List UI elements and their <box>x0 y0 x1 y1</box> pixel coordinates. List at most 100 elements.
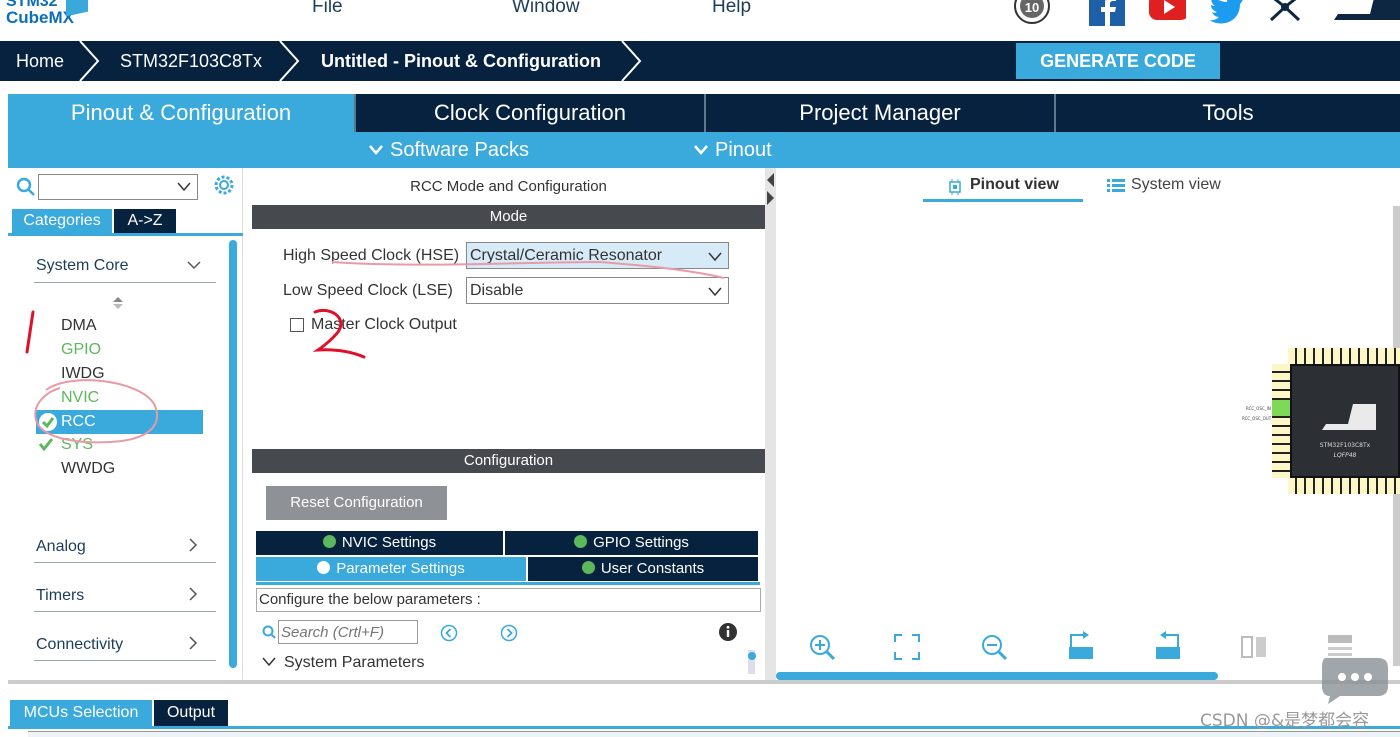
next-icon[interactable] <box>500 624 518 642</box>
split-view-icon[interactable] <box>1238 631 1270 663</box>
tab-system-view[interactable]: System view <box>1131 176 1221 194</box>
bottom-tab-underline <box>8 726 1400 729</box>
categories-panel: Categories A->Z System Core DMA GPIO IWD… <box>8 168 243 680</box>
tab-user-constants[interactable]: User Constants <box>528 557 758 581</box>
category-analog[interactable]: Analog <box>36 538 86 556</box>
rotate-right-icon[interactable] <box>1065 631 1097 663</box>
chip-osc-pins <box>1272 400 1290 416</box>
peripheral-dma[interactable]: DMA <box>61 317 97 335</box>
breadcrumb-home[interactable]: Home <box>16 41 64 81</box>
mco-label[interactable]: Master Clock Output <box>311 316 457 334</box>
software-packs-label: Software Packs <box>390 139 529 161</box>
tab-nvic-settings[interactable]: NVIC Settings <box>256 531 503 555</box>
system-parameters-group[interactable]: System Parameters <box>284 654 424 672</box>
chip-left-pins <box>1272 364 1290 478</box>
hse-select[interactable]: Crystal/Ceramic Resonator <box>466 242 729 269</box>
chat-bubble-icon[interactable] <box>1318 654 1394 706</box>
reset-configuration-button[interactable]: Reset Configuration <box>266 486 447 520</box>
check-circle-icon <box>574 535 588 548</box>
zoom-out-icon[interactable] <box>978 631 1010 663</box>
menu-file[interactable]: File <box>312 0 343 18</box>
tab-pinout-configuration[interactable]: Pinout & Configuration <box>8 94 356 132</box>
peripheral-rcc[interactable]: RCC <box>61 413 96 431</box>
parameter-scroll-thumb[interactable] <box>748 652 756 660</box>
software-packs-menu[interactable]: Software Packs <box>368 132 529 168</box>
tab-user-label: User Constants <box>600 560 705 577</box>
rotate-left-icon[interactable] <box>1152 631 1184 663</box>
category-system-core[interactable]: System Core <box>36 257 128 275</box>
rcc-mode-configuration-panel: RCC Mode and Configuration Mode High Spe… <box>252 168 765 680</box>
chip-bottom-pins <box>1288 478 1400 494</box>
param-tab-underline <box>256 582 760 585</box>
tab-parameter-settings[interactable]: Parameter Settings <box>256 557 526 581</box>
mode-header: Mode <box>252 205 765 229</box>
mcu-chip[interactable]: STM32F103C8Tx LQFP48 <box>1290 364 1400 478</box>
previous-icon[interactable] <box>440 624 458 642</box>
tab-a-to-z[interactable]: A->Z <box>114 209 176 233</box>
tab-gpio-settings[interactable]: GPIO Settings <box>505 531 758 555</box>
mco-checkbox[interactable] <box>290 318 304 332</box>
chevron-down-icon[interactable] <box>262 657 276 667</box>
lse-value: Disable <box>470 282 524 299</box>
tab-pinout-view[interactable]: Pinout view <box>970 176 1059 194</box>
chevron-down-icon <box>694 145 708 155</box>
youtube-icon[interactable] <box>1148 0 1186 28</box>
chevron-right-icon[interactable] <box>188 586 198 602</box>
peripheral-gpio[interactable]: GPIO <box>61 341 101 359</box>
tab-gpio-label: GPIO Settings <box>593 534 689 551</box>
gear-icon[interactable] <box>213 174 235 196</box>
check-icon <box>38 438 54 452</box>
peripheral-sys[interactable]: SYS <box>61 436 93 454</box>
pinout-label: Pinout <box>715 139 772 161</box>
hse-label: High Speed Clock (HSE) <box>283 247 460 264</box>
menu-window[interactable]: Window <box>512 0 580 18</box>
breadcrumb-current[interactable]: Untitled - Pinout & Configuration <box>321 41 601 81</box>
search-icon[interactable] <box>16 177 36 197</box>
st-logo-icon[interactable] <box>1330 0 1400 28</box>
network-icon[interactable] <box>1266 0 1304 28</box>
peripheral-wwdg[interactable]: WWDG <box>61 460 115 478</box>
generate-code-button[interactable]: GENERATE CODE <box>1016 43 1220 79</box>
fit-screen-icon[interactable] <box>891 631 923 663</box>
category-timers[interactable]: Timers <box>36 587 84 605</box>
info-icon[interactable] <box>718 622 738 642</box>
twitter-icon[interactable] <box>1208 0 1246 28</box>
pinout-menu[interactable]: Pinout <box>693 132 772 168</box>
menu-help[interactable]: Help <box>712 0 751 18</box>
hse-value: Crystal/Ceramic Resonator <box>470 247 663 264</box>
collapse-arrows-icon[interactable] <box>766 172 775 206</box>
facebook-icon[interactable] <box>1088 0 1126 28</box>
anniversary-badge-icon[interactable]: 10 <box>1012 0 1050 28</box>
sort-icon[interactable] <box>112 296 124 310</box>
peripheral-nvic[interactable]: NVIC <box>61 389 99 407</box>
chevron-right-icon[interactable] <box>188 537 198 553</box>
tab-categories[interactable]: Categories <box>12 209 112 233</box>
category-connectivity[interactable]: Connectivity <box>36 636 123 654</box>
category-scrollbar[interactable] <box>229 240 237 668</box>
stm32cubemx-logo: STM32 CubeMX <box>6 0 98 36</box>
lse-select[interactable]: Disable <box>466 277 729 304</box>
panel-splitter[interactable] <box>765 168 776 680</box>
zoom-in-icon[interactable] <box>806 631 838 663</box>
st-chip-logo-icon <box>1322 404 1376 430</box>
pinout-horizontal-scrollbar[interactable] <box>776 672 1218 680</box>
peripheral-iwdg[interactable]: IWDG <box>61 365 105 383</box>
tab-project-manager[interactable]: Project Manager <box>706 94 1056 132</box>
chevron-down-icon[interactable] <box>186 260 202 270</box>
watermark: CSDN @&是梦都会容 <box>1200 711 1370 731</box>
breadcrumb-mcu[interactable]: STM32F103C8Tx <box>120 41 262 81</box>
sub-menu-bar: Software Packs Pinout <box>8 132 1400 168</box>
output-table-header <box>28 731 1400 737</box>
tab-output[interactable]: Output <box>154 700 228 726</box>
category-search-input[interactable] <box>38 174 198 200</box>
check-circle-icon <box>39 413 57 431</box>
tab-nvic-label: NVIC Settings <box>341 534 437 551</box>
configuration-header: Configuration <box>252 449 765 473</box>
tab-tools[interactable]: Tools <box>1056 94 1400 132</box>
chevron-down-icon[interactable] <box>177 182 191 192</box>
check-circle-icon <box>322 535 336 548</box>
tab-clock-configuration[interactable]: Clock Configuration <box>356 94 706 132</box>
tab-mcus-selection[interactable]: MCUs Selection <box>10 700 152 726</box>
chevron-right-icon[interactable] <box>188 635 198 651</box>
parameter-search-input[interactable] <box>278 620 418 644</box>
